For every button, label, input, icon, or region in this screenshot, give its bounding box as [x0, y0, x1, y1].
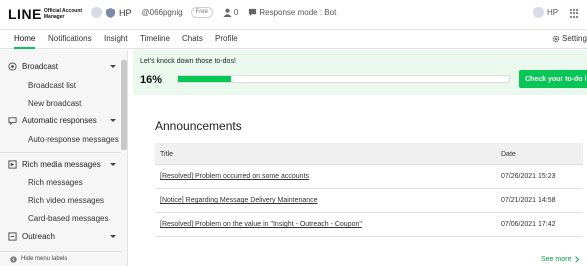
settings-label: Settings: [562, 34, 587, 43]
outreach-icon: [8, 232, 17, 241]
tab-insight[interactable]: Insight: [104, 34, 128, 49]
auto-response-icon: [8, 117, 17, 125]
chevron-right-icon: [575, 256, 580, 263]
user-menu[interactable]: HP: [533, 7, 558, 18]
announcement-link[interactable]: [Resolved] Problem occurred on some acco…: [160, 173, 309, 180]
chat-bubble-icon: [249, 8, 257, 17]
gear-icon: [552, 35, 560, 42]
sidebar-group-label: Outreach: [22, 232, 55, 241]
announcement-date: 07/06/2021 17:42: [501, 221, 556, 228]
announcement-date: 07/26/2021 15:23: [501, 173, 556, 180]
settings-link[interactable]: Settings: [552, 34, 587, 43]
chevron-down-icon: [110, 163, 116, 166]
shield-icon: [106, 7, 115, 18]
announcement-link[interactable]: [Resolved] Problem on the value in "Insi…: [160, 221, 362, 228]
sidebar-group-label: Broadcast: [22, 62, 59, 71]
todo-banner: Let's knock down those to-dos! 16% Check…: [133, 50, 587, 95]
sidebar-item-broadcast-list[interactable]: Broadcast list: [28, 81, 76, 90]
sidebar-scrollbar[interactable]: [121, 60, 127, 150]
person-icon: [223, 8, 232, 17]
logo-text: LINE: [8, 6, 42, 22]
sidebar-group-outreach[interactable]: Outreach: [8, 232, 116, 241]
friends-count-value: 0: [233, 8, 239, 17]
tab-home[interactable]: Home: [14, 34, 36, 49]
todo-percent: 16%: [140, 74, 163, 86]
user-avatar: [533, 7, 544, 18]
sidebar-group-broadcast[interactable]: Broadcast: [8, 62, 116, 71]
column-header-title: Title: [160, 151, 173, 158]
friends-count[interactable]: 0: [223, 8, 238, 17]
account-switcher[interactable]: HP @066pgnig Free 0 Response mode : Bot: [91, 7, 336, 18]
response-mode-label: Response mode : Bot: [259, 8, 337, 17]
hide-menu-labels-text: Hide menu labels: [21, 256, 68, 262]
account-id: @066pgnig: [141, 8, 183, 17]
sidebar-group-automatic-responses[interactable]: Automatic responses: [8, 116, 116, 125]
chevron-down-icon: [110, 65, 116, 68]
broadcast-icon: [8, 62, 17, 71]
apps-grid-icon[interactable]: [570, 9, 579, 18]
sidebar: Broadcast Broadcast list New broadcast A…: [0, 50, 128, 266]
main-tabs: Home Notifications Insight Timeline Chat…: [0, 30, 587, 49]
announcements-table: Title Date [Resolved] Problem occurred o…: [155, 143, 583, 237]
sidebar-group-rich-media[interactable]: Rich media messages: [8, 160, 116, 169]
rich-media-icon: [8, 160, 17, 169]
response-mode[interactable]: Response mode : Bot: [248, 8, 336, 17]
see-more-label: See more: [541, 256, 572, 263]
table-header: Title Date: [155, 143, 583, 165]
tab-chats[interactable]: Chats: [182, 34, 203, 49]
sidebar-group-label: Automatic responses: [22, 116, 97, 125]
todo-title: Let's knock down those to-dos!: [140, 58, 236, 65]
hide-menu-labels-toggle[interactable]: Hide menu labels: [0, 251, 121, 266]
tab-notifications[interactable]: Notifications: [48, 34, 92, 49]
sidebar-item-rich-messages[interactable]: Rich messages: [28, 178, 83, 187]
account-name: HP: [119, 7, 132, 18]
collapse-icon: [10, 255, 17, 263]
user-name: HP: [547, 8, 559, 17]
announcements-title: Announcements: [155, 119, 242, 133]
sidebar-item-auto-response-messages[interactable]: Auto-response messages: [28, 135, 119, 144]
sidebar-item-new-broadcast[interactable]: New broadcast: [28, 99, 81, 108]
check-todo-list-button[interactable]: Check your to-do list: [519, 70, 587, 88]
table-row[interactable]: [Notice] Regarding Message Delivery Main…: [155, 189, 583, 213]
tab-profile[interactable]: Profile: [215, 34, 238, 49]
plan-badge: Free: [190, 7, 213, 18]
chevron-down-icon: [110, 119, 116, 122]
chevron-down-icon: [110, 235, 116, 238]
see-more-link[interactable]: See more: [541, 256, 580, 263]
line-logo[interactable]: LINE Official Account Manager: [8, 7, 88, 21]
table-row[interactable]: [Resolved] Problem occurred on some acco…: [155, 165, 583, 189]
top-header: LINE Official Account Manager HP @066pgn…: [0, 0, 587, 30]
table-row[interactable]: [Resolved] Problem on the value in "Insi…: [155, 213, 583, 237]
todo-progress-bar: [177, 75, 510, 83]
sidebar-divider: [0, 152, 121, 153]
sidebar-group-label: Rich media messages: [22, 160, 101, 169]
announcement-link[interactable]: [Notice] Regarding Message Delivery Main…: [160, 197, 318, 204]
sidebar-item-card-based-messages[interactable]: Card-based messages: [28, 214, 108, 223]
account-avatar: [91, 7, 102, 18]
logo-subtitle: Official Account Manager: [43, 8, 83, 20]
todo-progress-fill: [178, 76, 231, 82]
sidebar-item-rich-video-messages[interactable]: Rich video messages: [28, 196, 104, 205]
tab-timeline[interactable]: Timeline: [140, 34, 170, 49]
column-header-date: Date: [501, 151, 516, 158]
announcement-date: 07/21/2021 14:58: [501, 197, 556, 204]
